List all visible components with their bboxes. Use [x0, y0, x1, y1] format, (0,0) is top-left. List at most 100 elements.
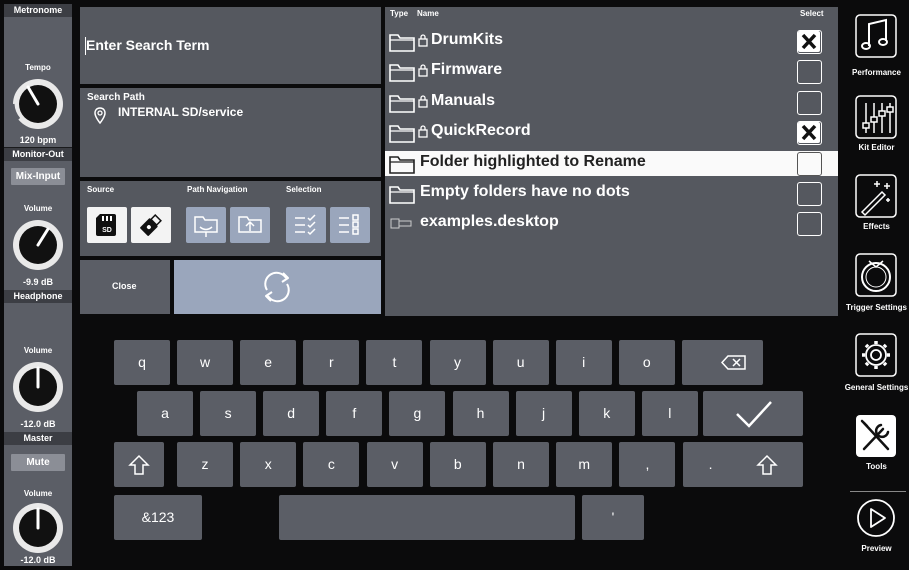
file-list-row[interactable]: DrumKits: [385, 29, 838, 54]
sd-card-icon: SD: [96, 214, 116, 236]
file-icon: [390, 218, 412, 229]
key[interactable]: ,: [619, 442, 676, 487]
search-panel[interactable]: Enter Search Term: [80, 7, 381, 84]
selection-label: Selection: [286, 185, 322, 194]
left-panel: Metronome Tempo 120 bpm Monitor-Out Mix-…: [4, 4, 72, 566]
nav-tools[interactable]: Tools: [844, 414, 909, 474]
select-checkbox[interactable]: [797, 90, 822, 115]
key[interactable]: a: [137, 391, 193, 436]
file-list-row[interactable]: Firmware: [385, 59, 838, 85]
play-icon: [857, 499, 895, 537]
file-list-row[interactable]: QuickRecord: [385, 120, 838, 146]
search-input[interactable]: Enter Search Term: [86, 37, 209, 53]
key[interactable]: k: [578, 391, 635, 436]
parent-folder-button[interactable]: [186, 207, 226, 243]
key[interactable]: i: [555, 340, 612, 385]
nav-tools-label: Tools: [866, 462, 887, 471]
apostrophe-key[interactable]: ': [582, 495, 644, 540]
key[interactable]: s: [200, 391, 257, 436]
folder-icon: [389, 125, 415, 143]
key[interactable]: f: [326, 391, 383, 436]
file-list-row[interactable]: examples.desktop: [385, 211, 838, 237]
file-list-row[interactable]: Empty folders have no dots: [385, 181, 838, 206]
metronome-section: Tempo 120 bpm: [4, 17, 72, 147]
mute-button[interactable]: Mute: [11, 454, 65, 471]
select-checkbox[interactable]: [797, 121, 822, 146]
select-all-button[interactable]: [286, 207, 326, 243]
key[interactable]: l: [641, 391, 698, 436]
master-volume-value: -12.0 dB: [20, 555, 56, 565]
usb-source-button[interactable]: [131, 207, 171, 243]
key[interactable]: j: [515, 391, 572, 436]
file-name: DrumKits: [431, 31, 504, 48]
file-name: Firmware: [431, 61, 503, 79]
close-button[interactable]: Close: [80, 260, 170, 314]
key[interactable]: x: [240, 442, 297, 487]
shift-left-key[interactable]: [114, 442, 164, 487]
folder-icon: [389, 94, 415, 113]
nav-performance[interactable]: Performance: [844, 14, 909, 80]
key[interactable]: t: [366, 340, 423, 385]
checked-x-icon: [798, 31, 820, 52]
select-checkbox[interactable]: [797, 60, 822, 85]
spacebar-key[interactable]: [279, 495, 575, 540]
select-checkbox[interactable]: [797, 212, 822, 237]
key[interactable]: q: [114, 340, 170, 385]
tempo-value: 120 bpm: [19, 135, 57, 145]
open-folder-button[interactable]: [230, 207, 270, 243]
key[interactable]: c: [303, 442, 360, 487]
tempo-knob[interactable]: [11, 77, 65, 131]
magic-wand-icon: [855, 174, 897, 218]
headphone-volume-value: -12.0 dB: [20, 419, 56, 429]
select-checkbox[interactable]: [797, 182, 822, 206]
select-checkbox[interactable]: [797, 30, 822, 54]
key[interactable]: z: [177, 442, 233, 487]
sd-card-source-button[interactable]: SD: [87, 207, 127, 243]
key[interactable]: m: [556, 442, 613, 487]
nav-trigger-settings[interactable]: Trigger Settings: [844, 253, 909, 323]
backspace-key[interactable]: [703, 340, 763, 385]
key[interactable]: v: [366, 442, 423, 487]
key[interactable]: g: [389, 391, 446, 436]
checkmark-icon: [736, 401, 772, 428]
enter-key[interactable]: [703, 391, 803, 436]
nav-preview[interactable]: Preview: [844, 498, 909, 558]
master-title: Master: [4, 432, 72, 445]
usb-stick-icon: [140, 214, 162, 236]
key[interactable]: y: [429, 340, 486, 385]
key[interactable]: h: [452, 391, 509, 436]
nav-kit-editor[interactable]: Kit Editor: [844, 95, 909, 155]
folder-up-level-icon: [194, 216, 218, 237]
nav-effects[interactable]: Effects: [844, 174, 909, 234]
file-browser-list: Type Name Select DrumKits Firmware Manuals…: [385, 7, 838, 316]
nav-divider: [850, 491, 906, 492]
key[interactable]: w: [177, 340, 234, 385]
symbols-key[interactable]: &123: [114, 495, 202, 540]
key[interactable]: e: [240, 340, 297, 385]
folder-icon: [389, 34, 415, 52]
tools-panel: Source Path Navigation Selection SD: [80, 181, 381, 256]
key[interactable]: n: [493, 442, 549, 487]
monitor-volume-knob[interactable]: [11, 218, 65, 272]
headphone-section: Volume -12.0 dB: [4, 303, 72, 432]
key[interactable]: d: [263, 391, 320, 436]
deselect-all-button[interactable]: [330, 207, 370, 243]
refresh-button[interactable]: [174, 260, 381, 314]
key[interactable]: b: [429, 442, 486, 487]
file-list-row[interactable]: Folder highlighted to Rename: [385, 150, 838, 176]
key[interactable]: r: [303, 340, 360, 385]
nav-general-settings[interactable]: General Settings: [844, 333, 909, 405]
shift-right-key[interactable]: [731, 442, 803, 487]
key[interactable]: u: [492, 340, 549, 385]
headphone-volume-knob[interactable]: [11, 360, 65, 414]
select-column-header: Select: [800, 9, 824, 18]
mix-input-button[interactable]: Mix-Input: [11, 168, 65, 185]
nav-effects-label: Effects: [863, 222, 890, 231]
file-name: Manuals: [431, 91, 496, 109]
close-label: Close: [112, 281, 137, 291]
key[interactable]: o: [618, 340, 675, 385]
file-list-row[interactable]: Manuals: [385, 90, 838, 115]
nav-general-settings-label: General Settings: [844, 383, 909, 392]
master-volume-knob[interactable]: [11, 501, 65, 555]
select-checkbox[interactable]: [797, 151, 822, 176]
